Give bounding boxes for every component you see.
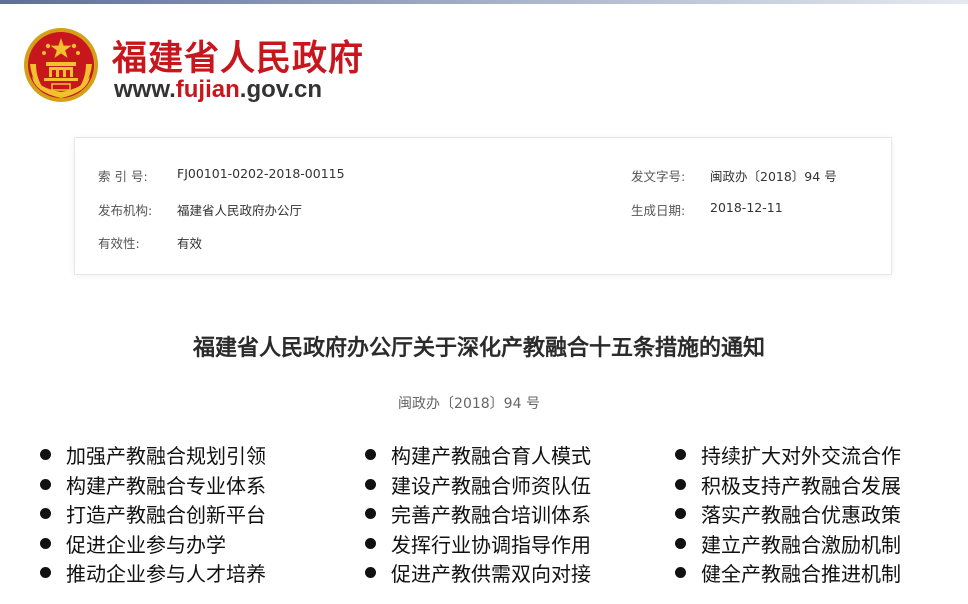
bullet-dot-icon [40, 508, 51, 520]
index-value: FJ00101-0202-2018-00115 [177, 166, 345, 181]
validity-value: 有效 [177, 236, 203, 251]
date-value: 2018-12-11 [710, 200, 783, 215]
list-item: 健全产教融合推进机制 [675, 558, 901, 588]
document-info-box: 索 引 号: FJ00101-0202-2018-00115 发文字号: 闽政办… [74, 137, 892, 275]
measure-text: 打造产教融合创新平台 [66, 503, 266, 528]
validity-label: 有效性: [98, 236, 140, 251]
bullet-dot-icon [675, 449, 686, 461]
bullet-dot-icon [675, 508, 686, 520]
info-publisher: 发布机构: 福建省人民政府办公厅 [98, 200, 302, 219]
bullet-dot-icon [40, 449, 51, 461]
measure-text: 建设产教融合师资队伍 [391, 473, 591, 498]
document-title: 福建省人民政府办公厅关于深化产教融合十五条措施的通知 [192, 336, 765, 361]
bullet-dot-icon [675, 567, 686, 579]
doc-number-value: 闽政办〔2018〕94 号 [710, 169, 837, 184]
doc-number-label: 发文字号: [631, 169, 686, 184]
bullet-dot-icon [40, 537, 51, 549]
measure-text: 落实产教融合优惠政策 [701, 503, 901, 528]
info-index: 索 引 号: FJ00101-0202-2018-00115 [98, 166, 345, 185]
date-label: 生成日期: [631, 203, 686, 218]
bullet-dot-icon [365, 508, 376, 520]
publisher-value: 福建省人民政府办公厅 [177, 203, 303, 218]
info-validity: 有效性: 有效 [98, 233, 202, 252]
list-item: 持续扩大对外交流合作 [675, 440, 901, 470]
site-url[interactable]: www.fujian.gov.cn [114, 76, 322, 104]
list-item: 推动企业参与人才培养 [40, 558, 266, 588]
bullet-dot-icon [40, 567, 51, 579]
top-accent-bar [0, 0, 968, 4]
bullet-dot-icon [365, 537, 376, 549]
publisher-label: 发布机构: [98, 203, 153, 218]
list-item: 建立产教融合激励机制 [675, 529, 901, 559]
bullet-dot-icon [40, 478, 51, 490]
measures-list: 加强产教融合规划引领 构建产教融合专业体系 打造产教融合创新平台 促进企业参与办… [30, 440, 960, 590]
list-item: 积极支持产教融合发展 [675, 470, 901, 500]
list-item: 建设产教融合师资队伍 [365, 470, 591, 500]
measure-text: 加强产教融合规划引领 [66, 444, 266, 469]
measures-column-1: 加强产教融合规划引领 构建产教融合专业体系 打造产教融合创新平台 促进企业参与办… [40, 440, 266, 588]
site-url-prefix: www. [114, 76, 176, 103]
measure-text: 持续扩大对外交流合作 [701, 444, 901, 469]
national-emblem-icon [24, 28, 98, 102]
list-item: 落实产教融合优惠政策 [675, 499, 901, 529]
index-label: 索 引 号: [98, 169, 148, 184]
bullet-dot-icon [365, 567, 376, 579]
site-name[interactable]: 福建省人民政府 [112, 30, 364, 81]
list-item: 打造产教融合创新平台 [40, 499, 266, 529]
measure-text: 健全产教融合推进机制 [701, 562, 901, 587]
list-item: 加强产教融合规划引领 [40, 440, 266, 470]
list-item: 构建产教融合育人模式 [365, 440, 591, 470]
info-date: 生成日期: 2018-12-11 [631, 200, 783, 219]
measure-text: 构建产教融合专业体系 [66, 473, 266, 498]
measures-column-3: 持续扩大对外交流合作 积极支持产教融合发展 落实产教融合优惠政策 建立产教融合激… [675, 440, 901, 588]
bullet-dot-icon [675, 478, 686, 490]
measure-text: 发挥行业协调指导作用 [391, 532, 591, 557]
measure-text: 促进产教供需双向对接 [391, 562, 591, 587]
measure-text: 建立产教融合激励机制 [701, 532, 901, 557]
measure-text: 积极支持产教融合发展 [701, 473, 901, 498]
measure-text: 推动企业参与人才培养 [66, 562, 266, 587]
list-item: 构建产教融合专业体系 [40, 470, 266, 500]
document-number: 闽政办〔2018〕94 号 [398, 396, 540, 412]
list-item: 促进企业参与办学 [40, 529, 266, 559]
site-header[interactable]: 福建省人民政府 www.fujian.gov.cn [22, 26, 422, 106]
bullet-dot-icon [365, 478, 376, 490]
list-item: 发挥行业协调指导作用 [365, 529, 591, 559]
site-url-suffix: .gov.cn [239, 76, 323, 103]
list-item: 完善产教融合培训体系 [365, 499, 591, 529]
bullet-dot-icon [675, 537, 686, 549]
bullet-dot-icon [365, 449, 376, 461]
measure-text: 完善产教融合培训体系 [391, 503, 591, 528]
site-url-accent: fujian [175, 76, 240, 103]
list-item: 促进产教供需双向对接 [365, 558, 591, 588]
measure-text: 构建产教融合育人模式 [391, 444, 591, 469]
info-doc-number: 发文字号: 闽政办〔2018〕94 号 [631, 166, 837, 185]
measure-text: 促进企业参与办学 [66, 532, 226, 557]
measures-column-2: 构建产教融合育人模式 建设产教融合师资队伍 完善产教融合培训体系 发挥行业协调指… [365, 440, 591, 588]
